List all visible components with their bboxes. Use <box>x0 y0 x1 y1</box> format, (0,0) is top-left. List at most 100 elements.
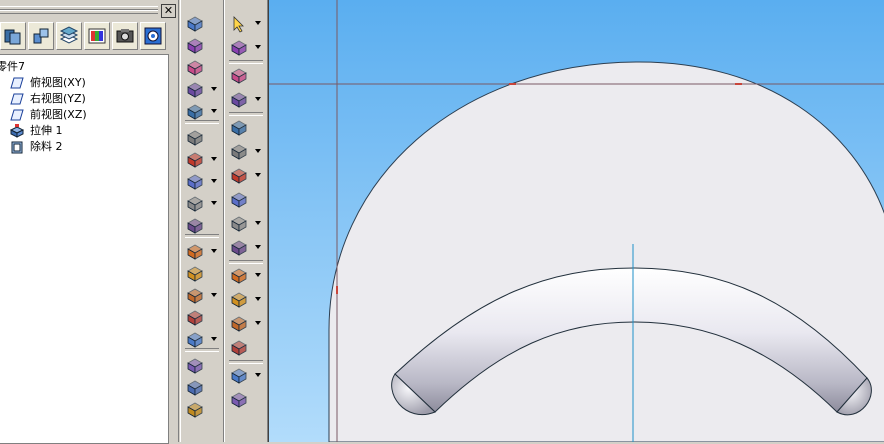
panel-tab-bar <box>0 22 170 52</box>
chevron-down-icon[interactable] <box>255 221 261 225</box>
loft-feature-button[interactable] <box>185 80 219 100</box>
pattern-feature-button[interactable] <box>185 286 219 306</box>
chevron-down-icon[interactable] <box>255 373 261 377</box>
tree-item-label: 俯视图(XY) <box>30 76 86 89</box>
chamfer-feature-button[interactable] <box>185 172 219 192</box>
revolve-feature-button[interactable] <box>185 36 219 56</box>
chevron-down-icon[interactable] <box>211 87 217 91</box>
3d-viewport[interactable] <box>268 0 884 442</box>
measure-icon <box>231 316 247 332</box>
plane-icon <box>10 93 24 105</box>
viewport-canvas[interactable] <box>269 0 884 442</box>
tab-assembly[interactable] <box>28 22 54 50</box>
sweep-feature-button[interactable] <box>185 58 219 78</box>
chevron-down-icon[interactable] <box>211 109 217 113</box>
chevron-down-icon[interactable] <box>211 157 217 161</box>
mirror-feature-icon <box>187 310 203 326</box>
toolbar-separator <box>229 260 263 264</box>
extrude-feature-button[interactable] <box>185 14 219 34</box>
chevron-down-icon[interactable] <box>211 293 217 297</box>
tab-parts[interactable] <box>0 22 26 50</box>
spline-icon <box>231 240 247 256</box>
cut-feature-icon <box>187 104 203 120</box>
solid-view-icon <box>231 120 247 136</box>
coordinate-axes-button[interactable] <box>229 338 263 358</box>
chevron-down-icon[interactable] <box>211 179 217 183</box>
face-offset-button[interactable] <box>229 214 263 234</box>
panel-grip[interactable] <box>0 4 158 16</box>
design-tree-panel: ✕ 零件7 俯视图(XY) 右视图(YZ) 前视图(XZ) 拉伸 1 除料 2 <box>0 0 179 444</box>
measure-button[interactable] <box>229 314 263 334</box>
solid-view-button[interactable] <box>229 118 263 138</box>
parts-icon <box>4 29 21 45</box>
close-panel-button[interactable]: ✕ <box>161 4 176 18</box>
sketch-button[interactable] <box>229 38 263 58</box>
chevron-down-icon[interactable] <box>255 21 261 25</box>
tree-item-label: 除料 2 <box>30 140 63 153</box>
blend-button[interactable] <box>229 266 263 286</box>
tree-item-label: 右视图(YZ) <box>30 92 86 105</box>
split-button[interactable] <box>229 390 263 410</box>
rib-feature-button[interactable] <box>185 264 219 284</box>
draft-feature-button[interactable] <box>185 194 219 214</box>
chevron-down-icon[interactable] <box>211 201 217 205</box>
spline-button[interactable] <box>229 238 263 258</box>
surface-patch-button[interactable] <box>229 190 263 210</box>
mirror-feature-button[interactable] <box>185 308 219 328</box>
face-offset-icon <box>231 216 247 232</box>
fastener-button[interactable] <box>185 400 219 420</box>
curve-feature-button[interactable] <box>185 242 219 262</box>
box-view-button[interactable] <box>229 142 263 162</box>
chevron-down-icon[interactable] <box>211 337 217 341</box>
section-view-button[interactable] <box>229 166 263 186</box>
toolbar-separator <box>185 234 219 238</box>
chevron-down-icon[interactable] <box>255 97 261 101</box>
drawing-sheet-icon <box>231 292 247 308</box>
revolve-feature-icon <box>187 38 203 54</box>
toolbar-separator <box>229 112 263 116</box>
rotate-view-icon <box>231 92 247 108</box>
select-arrow-button[interactable] <box>229 14 263 34</box>
fillet-feature-button[interactable] <box>185 150 219 170</box>
tree-item-label: 前视图(XZ) <box>30 108 87 121</box>
surface-icon <box>187 380 203 396</box>
toolbar-separator <box>185 348 219 352</box>
transform-feature-button[interactable] <box>185 330 219 350</box>
cut-feature-button[interactable] <box>185 102 219 122</box>
plane-create-button[interactable] <box>229 366 263 386</box>
tab-settings[interactable] <box>140 22 166 50</box>
plane-icon <box>10 77 24 89</box>
chevron-down-icon[interactable] <box>255 149 261 153</box>
sheet-metal-button[interactable] <box>185 356 219 376</box>
section-view-icon <box>231 168 247 184</box>
select-arrow-icon <box>233 16 244 33</box>
chevron-down-icon[interactable] <box>255 45 261 49</box>
tab-color[interactable] <box>84 22 110 50</box>
drawing-sheet-button[interactable] <box>229 290 263 310</box>
hole-feature-icon <box>187 130 203 146</box>
chevron-down-icon[interactable] <box>255 321 261 325</box>
sketch-plane-button[interactable] <box>229 66 263 86</box>
rotate-view-button[interactable] <box>229 90 263 110</box>
settings-icon <box>144 27 162 45</box>
chevron-down-icon[interactable] <box>255 245 261 249</box>
shell-feature-icon <box>187 218 203 234</box>
camera-icon <box>116 29 134 43</box>
view-toolbar <box>224 0 268 442</box>
rib-feature-icon <box>187 266 203 282</box>
toolbar-separator <box>229 60 263 64</box>
shell-feature-button[interactable] <box>185 216 219 236</box>
chevron-down-icon[interactable] <box>211 249 217 253</box>
tree-root[interactable]: 零件7 <box>0 59 25 75</box>
loft-feature-icon <box>187 82 203 98</box>
hole-feature-button[interactable] <box>185 128 219 148</box>
surface-patch-icon <box>231 192 247 208</box>
blend-icon <box>231 268 247 284</box>
chevron-down-icon[interactable] <box>255 173 261 177</box>
chevron-down-icon[interactable] <box>255 297 261 301</box>
tab-render[interactable] <box>112 22 138 50</box>
chevron-down-icon[interactable] <box>255 273 261 277</box>
surface-button[interactable] <box>185 378 219 398</box>
tab-layers[interactable] <box>56 22 82 50</box>
curve-feature-icon <box>187 244 203 260</box>
